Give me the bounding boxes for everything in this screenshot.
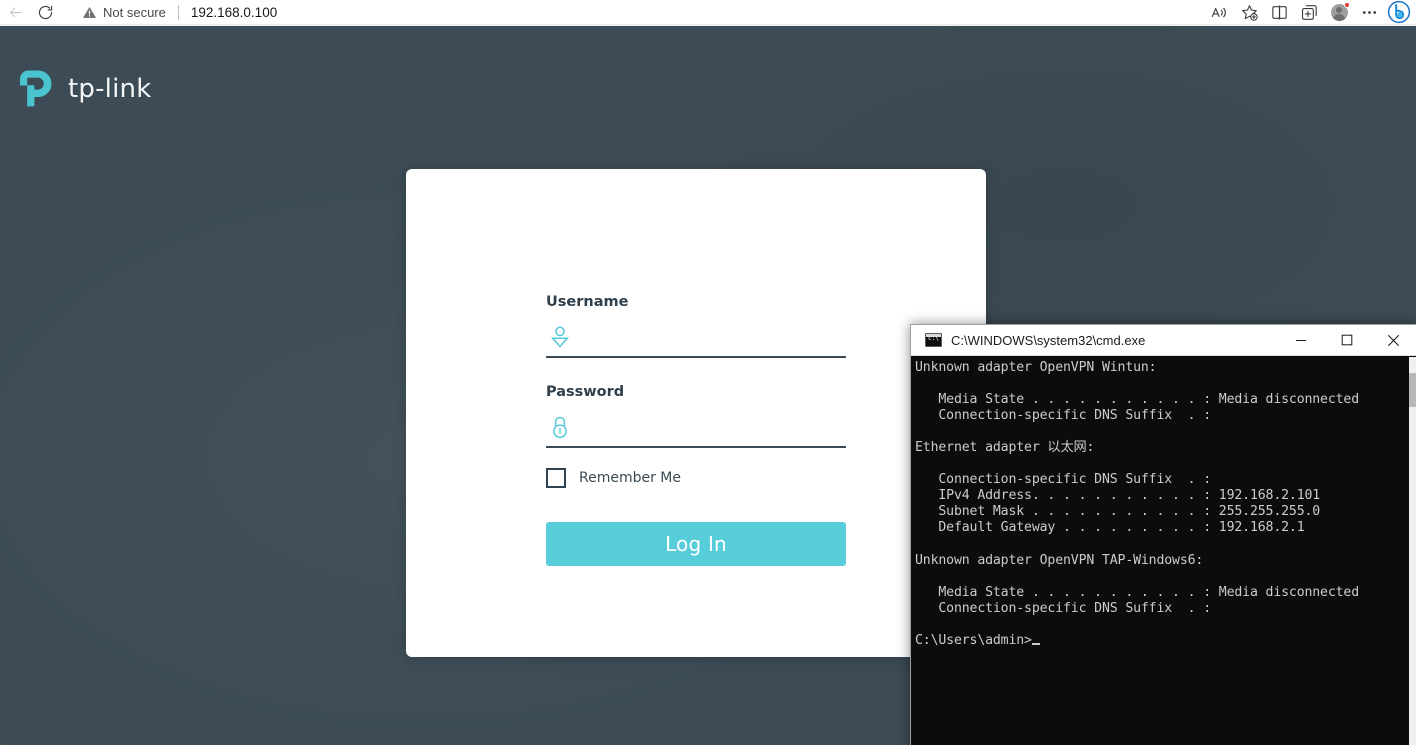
cmd-scrollbar[interactable] bbox=[1409, 357, 1416, 745]
cmd-close-button[interactable] bbox=[1370, 325, 1416, 356]
split-screen-button[interactable] bbox=[1264, 0, 1294, 24]
cmd-scrollbar-thumb[interactable] bbox=[1409, 373, 1416, 407]
login-form: Username Password Remember Me Log In bbox=[546, 294, 846, 566]
read-aloud-icon bbox=[1211, 7, 1226, 17]
security-status-text: Not secure bbox=[103, 4, 166, 20]
toolbar-actions bbox=[1204, 0, 1416, 25]
split-screen-icon bbox=[1271, 5, 1287, 19]
collections-button[interactable] bbox=[1294, 0, 1324, 24]
minimize-icon bbox=[1296, 340, 1306, 341]
cmd-window: C:\WINDOWS\system32\cmd.exe Unknown adap… bbox=[910, 324, 1416, 745]
password-input[interactable] bbox=[576, 410, 846, 444]
username-field-row[interactable] bbox=[546, 318, 846, 358]
ellipsis-icon bbox=[1362, 10, 1376, 14]
login-button[interactable]: Log In bbox=[546, 522, 846, 566]
console-icon bbox=[925, 333, 942, 347]
tplink-mark-icon bbox=[20, 70, 52, 107]
add-favorite-button[interactable] bbox=[1234, 0, 1264, 24]
maximize-icon bbox=[1341, 334, 1353, 346]
tplink-wordmark: tp-link bbox=[68, 74, 152, 104]
read-aloud-button[interactable] bbox=[1204, 0, 1234, 24]
url-text[interactable]: 192.168.0.100 bbox=[191, 5, 1192, 20]
cmd-output-area[interactable]: Unknown adapter OpenVPN Wintun: Media St… bbox=[911, 356, 1416, 745]
refresh-icon bbox=[38, 5, 52, 19]
address-bar[interactable]: Not secure 192.168.0.100 bbox=[68, 0, 1200, 24]
profile-notification-dot bbox=[1344, 2, 1350, 8]
username-input[interactable] bbox=[576, 320, 846, 354]
close-icon bbox=[1387, 334, 1399, 346]
settings-more-button[interactable] bbox=[1354, 0, 1384, 24]
cmd-cursor bbox=[1031, 642, 1040, 645]
username-label: Username bbox=[546, 294, 629, 310]
tplink-logo: tp-link bbox=[18, 68, 151, 110]
password-field-row[interactable] bbox=[546, 408, 846, 448]
lock-icon-glyph bbox=[553, 416, 567, 438]
cmd-minimize-button[interactable] bbox=[1278, 325, 1324, 356]
warning-triangle-icon bbox=[83, 6, 96, 18]
refresh-button[interactable] bbox=[30, 0, 60, 24]
omnibox-divider bbox=[177, 4, 179, 20]
cmd-maximize-button[interactable] bbox=[1324, 325, 1370, 356]
user-icon-glyph bbox=[550, 326, 570, 348]
security-indicator[interactable]: Not secure bbox=[76, 5, 166, 20]
remember-me-row[interactable]: Remember Me bbox=[546, 468, 846, 488]
browser-toolbar: Not secure 192.168.0.100 bbox=[0, 0, 1416, 24]
collections-icon bbox=[1301, 4, 1317, 20]
copilot-icon bbox=[1387, 0, 1411, 24]
cmd-output-lines: Unknown adapter OpenVPN Wintun: Media St… bbox=[915, 360, 1360, 648]
router-login-page: tp-link Username Password Remember Me Lo… bbox=[0, 26, 1416, 745]
cmd-title-text: C:\WINDOWS\system32\cmd.exe bbox=[951, 332, 1146, 348]
cmd-output-text: Unknown adapter OpenVPN Wintun: Media St… bbox=[915, 360, 1416, 649]
remember-me-checkbox[interactable] bbox=[546, 468, 566, 488]
copilot-button[interactable] bbox=[1386, 0, 1412, 25]
back-button[interactable] bbox=[0, 0, 30, 24]
remember-me-label: Remember Me bbox=[579, 470, 681, 486]
star-plus-icon bbox=[1241, 4, 1258, 21]
cmd-titlebar[interactable]: C:\WINDOWS\system32\cmd.exe bbox=[911, 325, 1416, 356]
login-card: Username Password Remember Me Log In bbox=[406, 169, 986, 657]
password-label: Password bbox=[546, 384, 625, 400]
lock-icon bbox=[550, 413, 576, 441]
user-icon bbox=[550, 323, 576, 351]
profile-button[interactable] bbox=[1324, 0, 1354, 24]
back-arrow-icon bbox=[9, 7, 22, 17]
